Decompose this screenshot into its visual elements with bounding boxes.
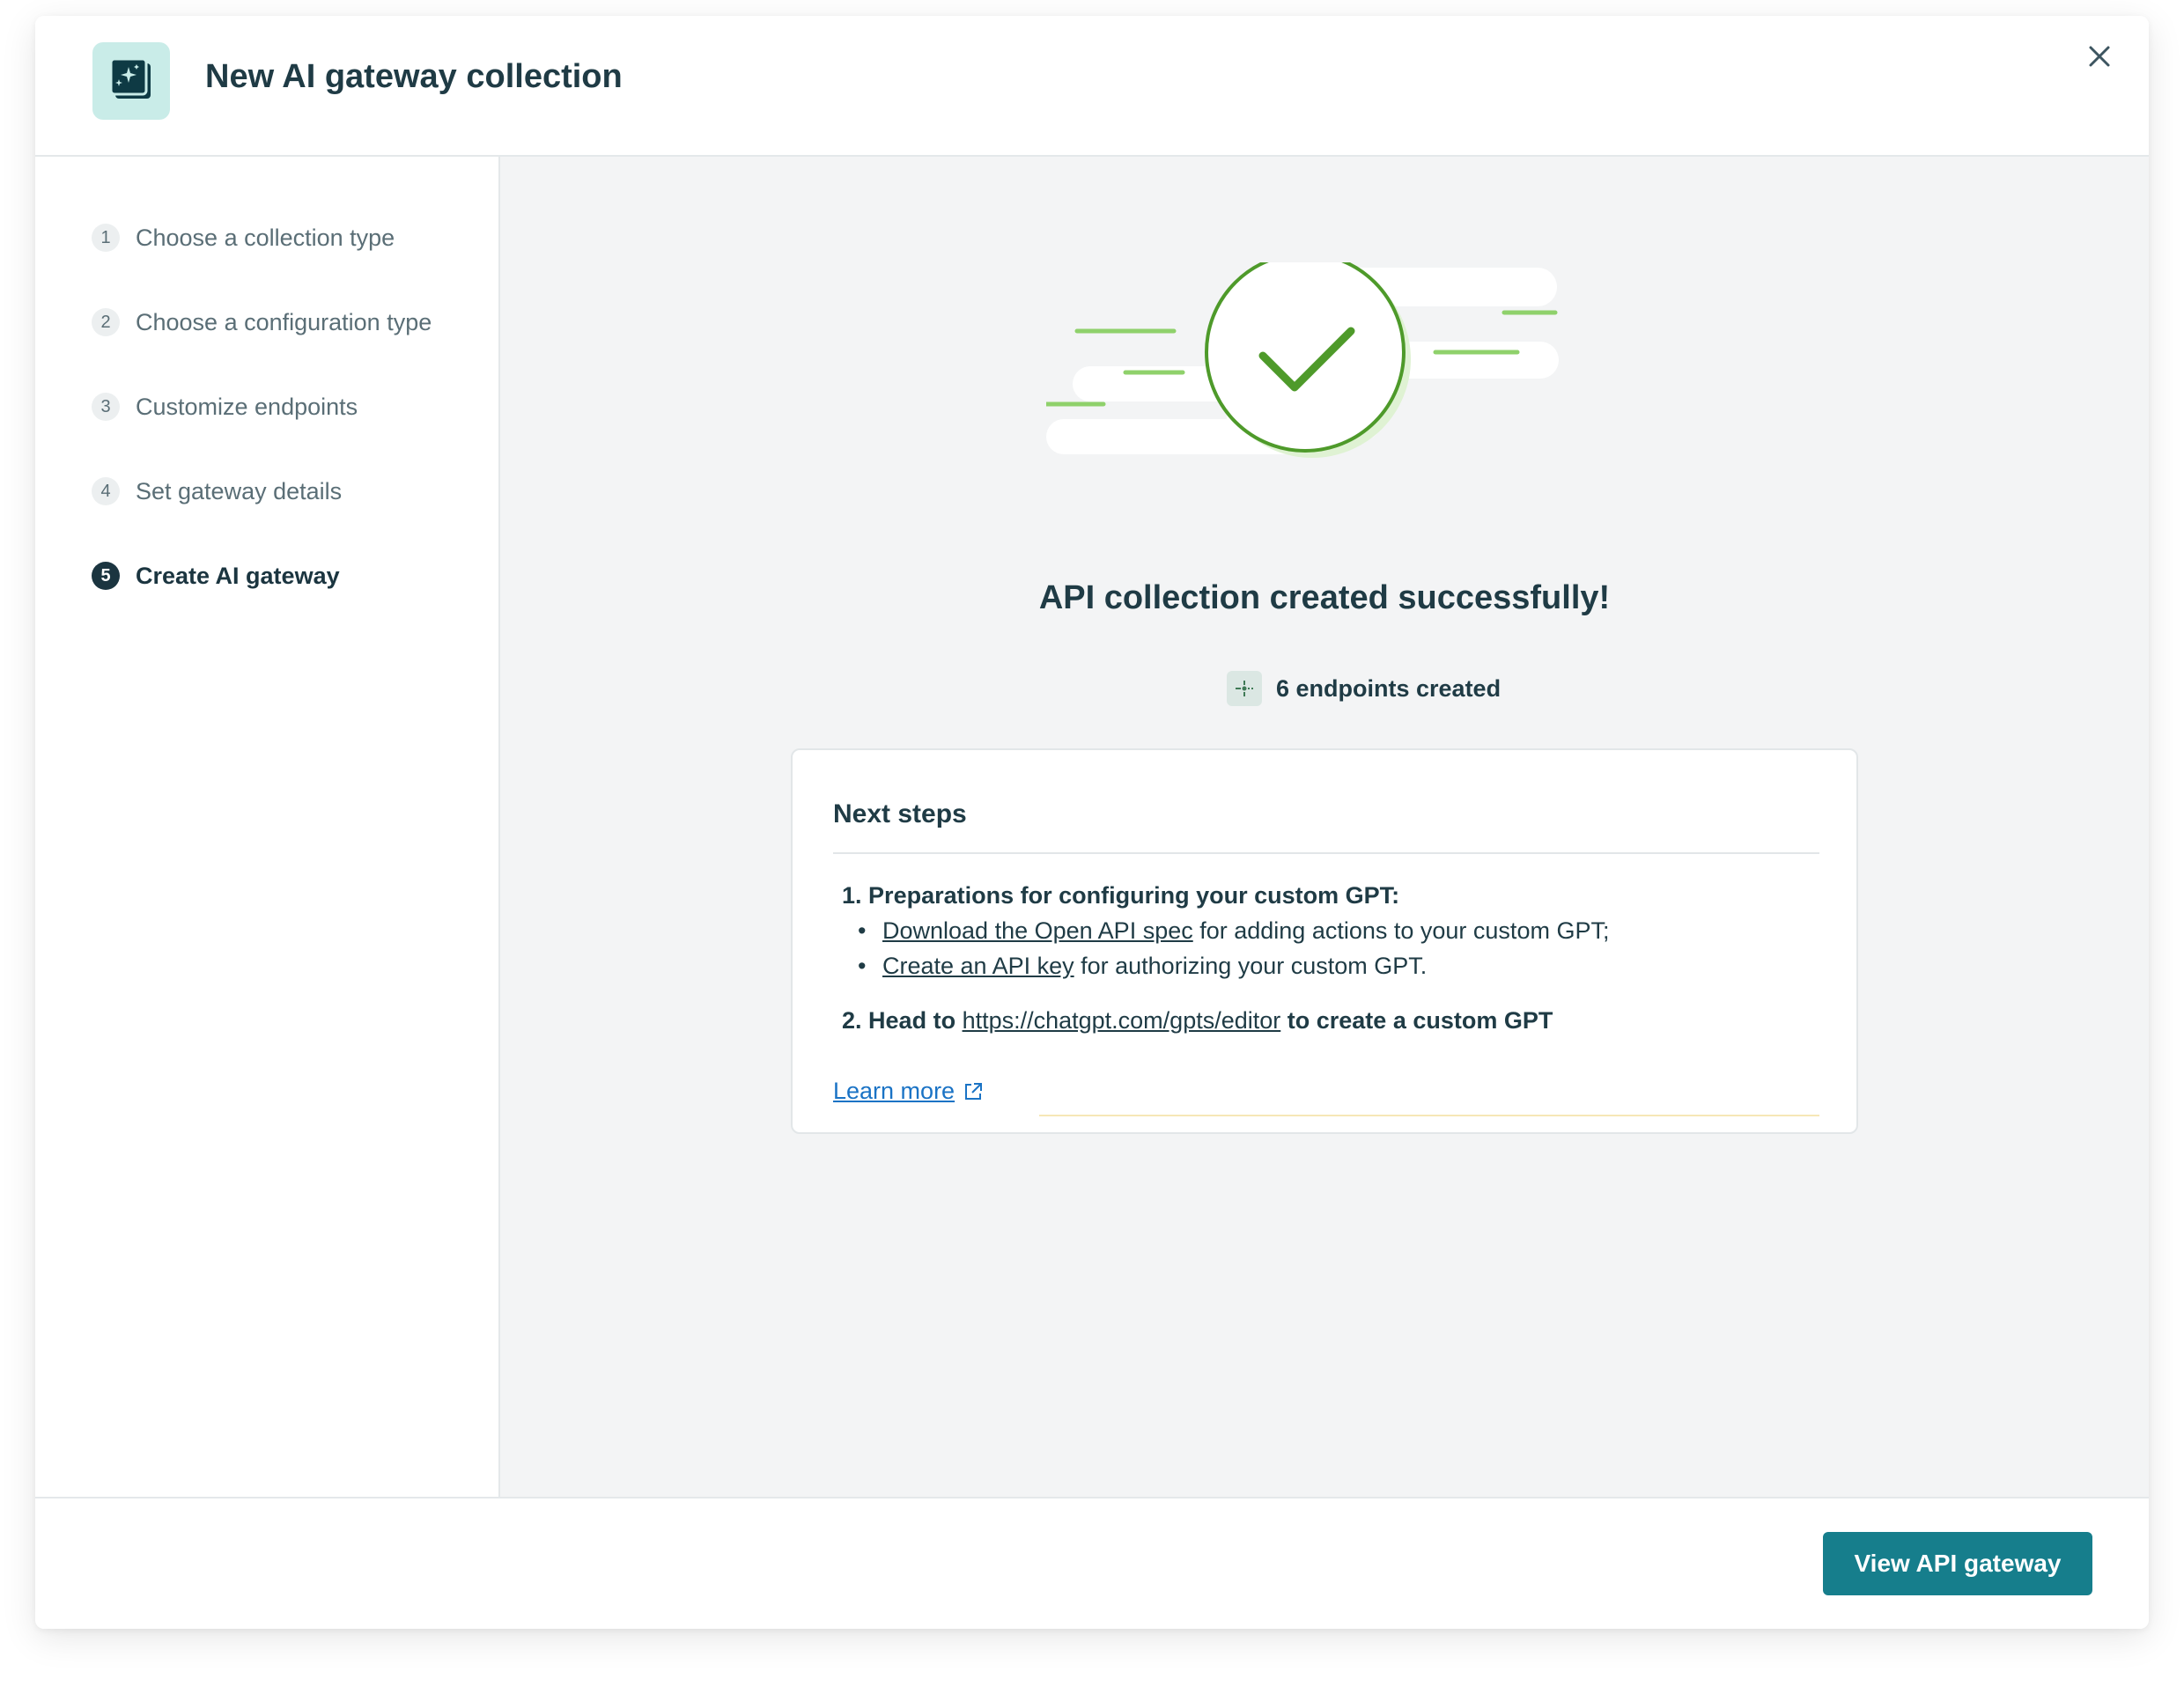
modal-dialog: New AI gateway collection 1 Choose a col…	[35, 16, 2149, 1629]
next-step-item-2: 2. Head to https://chatgpt.com/gpts/edit…	[842, 1007, 1553, 1035]
learn-more-link[interactable]: Learn more	[833, 1078, 983, 1105]
step-choose-configuration-type[interactable]: 2 Choose a configuration type	[92, 305, 432, 340]
divider	[833, 852, 1819, 854]
success-check-illustration	[1044, 252, 1592, 474]
divider	[1039, 1115, 1819, 1116]
create-api-key-link[interactable]: Create an API key	[882, 953, 1074, 979]
step-label: Set gateway details	[136, 477, 343, 504]
step-number: 1	[92, 224, 120, 252]
bullet-text: for authorizing your custom GPT.	[1074, 953, 1428, 979]
endpoints-summary: 6 endpoints created	[1227, 671, 1501, 706]
next-step-item-1: 1. Preparations for configuring your cus…	[842, 882, 1399, 909]
step-label: Choose a collection type	[136, 224, 395, 251]
ai-collection-icon	[92, 42, 170, 120]
step-number: 2	[92, 308, 120, 336]
success-title: API collection created successfully!	[1038, 579, 1611, 616]
step-label: Create AI gateway	[136, 562, 340, 589]
learn-more-label: Learn more	[833, 1078, 956, 1104]
modal-title: New AI gateway collection	[205, 58, 623, 95]
endpoints-icon	[1227, 671, 1262, 706]
step-label: Customize endpoints	[136, 393, 358, 420]
view-api-gateway-button[interactable]: View API gateway	[1823, 1532, 2092, 1595]
main-content: API collection created successfully! 6 e…	[500, 157, 2149, 1497]
item-suffix: to create a custom GPT	[1280, 1007, 1553, 1034]
modal-header: New AI gateway collection	[35, 16, 2149, 157]
modal-footer: View API gateway	[35, 1497, 2149, 1629]
step-label: Choose a configuration type	[136, 308, 432, 335]
step-number: 3	[92, 393, 120, 421]
step-customize-endpoints[interactable]: 3 Customize endpoints	[92, 389, 358, 424]
close-icon[interactable]	[2082, 39, 2117, 74]
step-number: 5	[92, 562, 120, 590]
next-steps-card: Next steps 1. Preparations for configuri…	[791, 748, 1858, 1134]
bullet-item: Download the Open API spec for adding ac…	[858, 917, 1610, 945]
download-openapi-spec-link[interactable]: Download the Open API spec	[882, 917, 1193, 944]
endpoints-count: 6 endpoints created	[1276, 674, 1502, 702]
item-prefix: Head to	[868, 1007, 963, 1034]
step-choose-collection-type[interactable]: 1 Choose a collection type	[92, 220, 395, 255]
external-link-icon	[963, 1082, 983, 1101]
bullet-item: Create an API key for authorizing your c…	[858, 953, 1428, 980]
item-heading: Preparations for configuring your custom…	[868, 882, 1400, 909]
list-number: 1.	[842, 882, 862, 909]
next-steps-title: Next steps	[833, 799, 967, 828]
step-set-gateway-details[interactable]: 4 Set gateway details	[92, 474, 342, 509]
steps-sidebar: 1 Choose a collection type 2 Choose a co…	[35, 157, 500, 1497]
step-create-ai-gateway[interactable]: 5 Create AI gateway	[92, 558, 340, 593]
bullet-text: for adding actions to your custom GPT;	[1192, 917, 1610, 944]
step-number: 4	[92, 477, 120, 505]
list-number: 2.	[842, 1007, 862, 1034]
gpt-editor-link[interactable]: https://chatgpt.com/gpts/editor	[963, 1007, 1281, 1034]
